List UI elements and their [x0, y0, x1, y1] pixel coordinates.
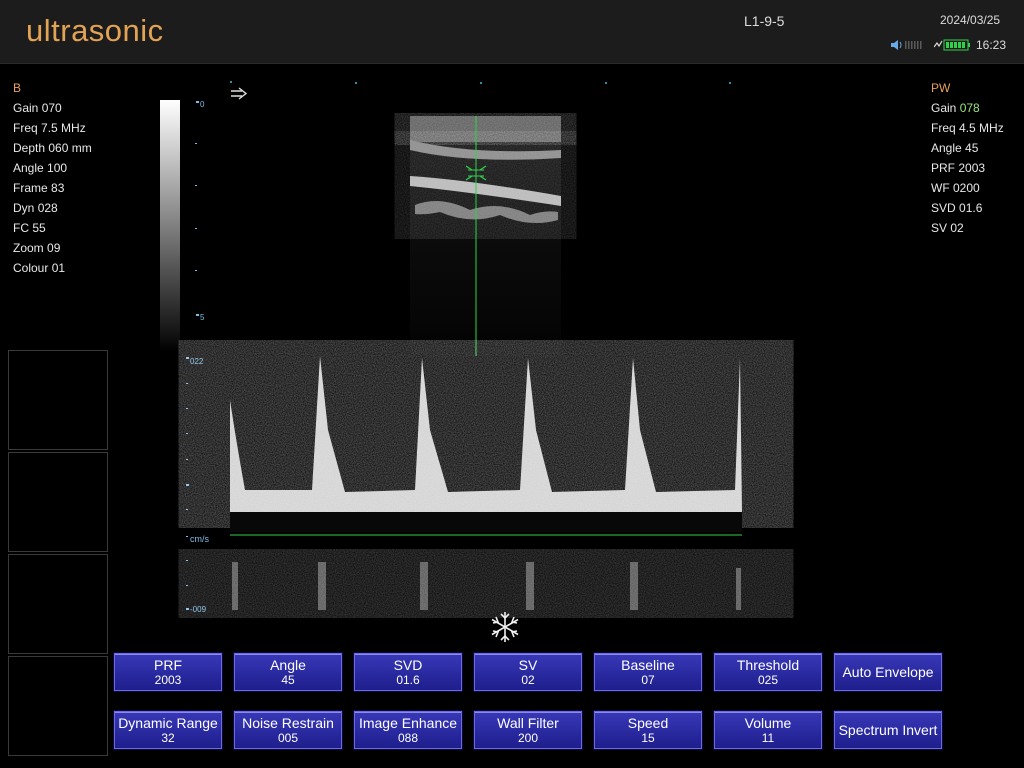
spectrum-scale-unit: cm/s [190, 534, 209, 544]
spectrum-scale [186, 357, 189, 610]
snowflake-icon[interactable] [491, 612, 519, 642]
depth-scale-top: 0 [200, 100, 205, 109]
spectrum-scale-top: 022 [190, 357, 204, 366]
b-mode-image [410, 116, 561, 356]
prf-button[interactable]: PRF 2003 [114, 653, 222, 691]
threshold-button[interactable]: Threshold 025 [714, 653, 822, 691]
lateral-ticks [230, 81, 731, 84]
depth-scale-bottom: 5 [200, 313, 205, 322]
image-enhance-button[interactable]: Image Enhance 088 [354, 711, 462, 749]
depth-scale [195, 101, 199, 316]
volume-button[interactable]: Volume 11 [714, 711, 822, 749]
sv-button[interactable]: SV 02 [474, 653, 582, 691]
arrow-right-icon[interactable] [231, 87, 248, 100]
spectrum-scale-bottom: -009 [190, 605, 207, 614]
baseline-button[interactable]: Baseline 07 [594, 653, 702, 691]
angle-button[interactable]: Angle 45 [234, 653, 342, 691]
doppler-spectrum [230, 356, 742, 612]
dynamic-range-button[interactable]: Dynamic Range 32 [114, 711, 222, 749]
wall-filter-button[interactable]: Wall Filter 200 [474, 711, 582, 749]
speed-button[interactable]: Speed 15 [594, 711, 702, 749]
spectrum-invert-button[interactable]: Spectrum Invert [834, 711, 942, 749]
auto-envelope-button[interactable]: Auto Envelope [834, 653, 942, 691]
svd-button[interactable]: SVD 01.6 [354, 653, 462, 691]
noise-restrain-button[interactable]: Noise Restrain 005 [234, 711, 342, 749]
